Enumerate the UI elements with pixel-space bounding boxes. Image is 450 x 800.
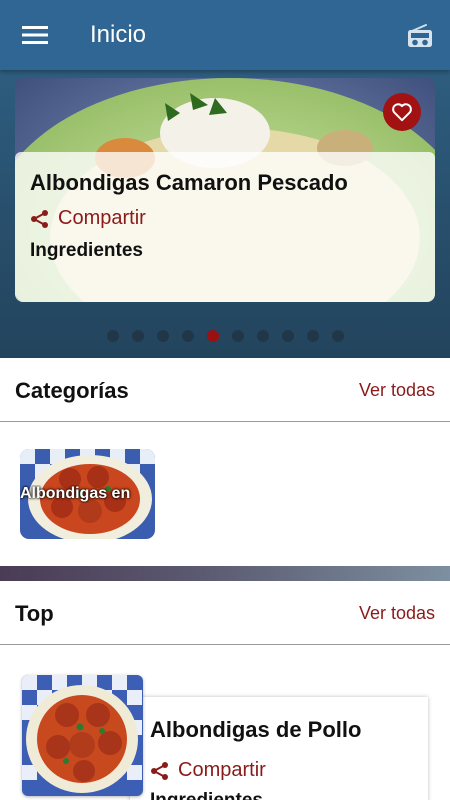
- page-indicator: [0, 330, 450, 342]
- top-ingredients-label: Ingredientes: [150, 790, 263, 800]
- heart-icon[interactable]: [383, 93, 421, 131]
- category-label: Albondigas en: [20, 485, 131, 502]
- page-dot[interactable]: [106, 330, 119, 342]
- share-icon: [151, 761, 168, 780]
- page-title: Inicio: [90, 21, 147, 48]
- featured-slider[interactable]: Albondigas Camaron Pescado Compartir Ing…: [0, 70, 450, 358]
- page-dot[interactable]: [156, 330, 169, 342]
- section-divider: [0, 566, 450, 581]
- slide-info: Albondigas Camaron Pescado Compartir Ing…: [15, 152, 435, 302]
- category-card[interactable]: Albondigas en: [20, 449, 155, 539]
- top-recipe-image[interactable]: [22, 675, 143, 796]
- slide-card[interactable]: Albondigas Camaron Pescado Compartir Ing…: [15, 78, 435, 302]
- share-button[interactable]: Compartir: [30, 207, 146, 230]
- top-recipe-card[interactable]: [130, 697, 428, 800]
- page-dot[interactable]: [331, 330, 344, 342]
- top-share-button[interactable]: Compartir: [150, 759, 266, 782]
- categories-heading: Categorías: [15, 378, 129, 403]
- top-share-label: Compartir: [178, 759, 266, 781]
- page-dot[interactable]: [256, 330, 269, 342]
- page-dot[interactable]: [206, 330, 219, 342]
- slide-title[interactable]: Albondigas Camaron Pescado: [30, 170, 348, 196]
- app-bar: Inicio: [0, 0, 450, 70]
- page-dot[interactable]: [181, 330, 194, 342]
- top-header: Top Ver todas: [0, 581, 450, 645]
- top-recipe-title[interactable]: Albondigas de Pollo: [150, 717, 361, 743]
- radio-icon[interactable]: [398, 14, 442, 58]
- categories-list: Albondigas en: [0, 422, 450, 566]
- share-icon: [31, 209, 48, 228]
- page-dot[interactable]: [231, 330, 244, 342]
- top-heading: Top: [15, 601, 54, 626]
- top-see-all-link[interactable]: Ver todas: [359, 603, 435, 624]
- page-dot[interactable]: [306, 330, 319, 342]
- menu-icon[interactable]: [14, 17, 56, 53]
- ingredients-label: Ingredientes: [30, 240, 143, 261]
- page-dot[interactable]: [131, 330, 144, 342]
- categories-see-all-link[interactable]: Ver todas: [359, 380, 435, 401]
- categories-header: Categorías Ver todas: [0, 358, 450, 422]
- share-label: Compartir: [58, 207, 146, 229]
- page-dot[interactable]: [281, 330, 294, 342]
